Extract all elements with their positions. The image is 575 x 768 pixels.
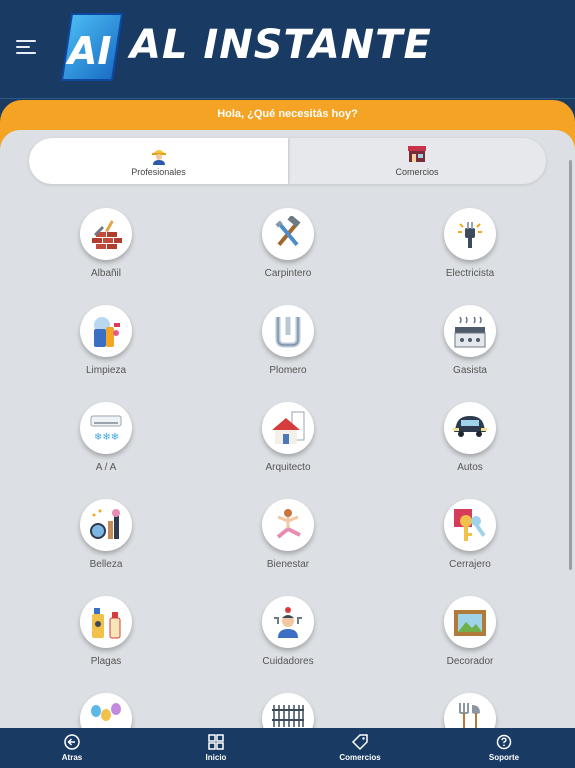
air-conditioner-icon: ❄❄❄ [90, 415, 122, 443]
garden-tools-icon [459, 703, 480, 728]
svg-text:❄❄❄: ❄❄❄ [94, 432, 119, 443]
greeting-text: Hola, ¿Qué necesitás hoy? [217, 108, 358, 120]
bottom-nav: Atras Inicio Comercios Soporte [0, 728, 575, 768]
pest-spray-icon [92, 608, 121, 639]
nav-comercios[interactable]: Comercios [320, 728, 400, 768]
category-label: Plomero [269, 365, 307, 376]
cleaning-supplies-icon [94, 317, 120, 347]
category-icon-circle [80, 693, 132, 728]
nav-label: Atras [61, 753, 83, 762]
nav-label: Inicio [205, 753, 227, 762]
category-electricista[interactable]: Electricista [410, 208, 530, 294]
category-label: Electricista [445, 268, 495, 279]
worker-icon [151, 150, 166, 165]
car-icon [453, 416, 487, 437]
electric-plug-icon [458, 222, 482, 248]
category-aa[interactable]: ❄❄❄ A / A [46, 402, 166, 488]
category-carpintero[interactable]: Carpintero [228, 208, 348, 294]
category-label: Limpieza [85, 365, 127, 376]
tab-comercios[interactable]: Comercios [288, 138, 546, 184]
category-arquitecto[interactable]: Arquitecto [228, 402, 348, 488]
category-icon-circle [262, 499, 314, 551]
category-icon-circle [80, 596, 132, 648]
category-icon-circle [444, 693, 496, 728]
tab-label: Comercios [395, 167, 439, 177]
main-panel: Hola, ¿Qué necesitás hoy? Profesionales [0, 100, 575, 728]
svg-text:AI: AI [65, 29, 112, 73]
back-arrow-icon [64, 734, 80, 750]
bricklayer-icon [92, 220, 122, 249]
category-icon-circle [444, 499, 496, 551]
category-autos[interactable]: Autos [410, 402, 530, 488]
nav-atras[interactable]: Atras [32, 728, 112, 768]
nav-inicio[interactable]: Inicio [176, 728, 256, 768]
content-area: Profesionales Comercios Albañil Carpinte… [0, 130, 575, 728]
nav-soporte[interactable]: Soporte [464, 728, 544, 768]
category-limpieza[interactable]: Limpieza [46, 305, 166, 391]
category-cercos[interactable] [228, 693, 348, 728]
caregiver-icon [274, 607, 302, 638]
category-cuidadores[interactable]: Cuidadores [228, 596, 348, 682]
category-label: Bienestar [266, 559, 310, 570]
category-label: Decorador [446, 656, 494, 667]
house-blueprint-icon [272, 411, 305, 444]
scrollbar[interactable] [569, 160, 572, 570]
category-label: Cerrajero [449, 559, 491, 570]
category-icon-circle [444, 402, 496, 454]
fence-icon [272, 705, 304, 727]
category-plagas[interactable]: Plagas [46, 596, 166, 682]
tab-bar: Profesionales Comercios [29, 138, 546, 184]
balloons-icon [91, 703, 121, 721]
nav-label: Comercios [339, 753, 381, 762]
nav-label: Soporte [488, 753, 520, 762]
gas-stove-icon [454, 316, 486, 348]
category-icon-circle [262, 693, 314, 728]
category-icon-circle [444, 208, 496, 260]
category-icon-circle [262, 208, 314, 260]
category-label: Arquitecto [265, 462, 311, 473]
category-label: Albañil [90, 268, 122, 279]
category-label: Plagas [90, 656, 122, 667]
tag-icon [351, 734, 368, 751]
help-icon [496, 734, 512, 750]
picture-frame-icon [454, 610, 486, 636]
category-label: Carpintero [264, 268, 312, 279]
category-label: Cuidadores [262, 656, 314, 667]
category-icon-circle [444, 305, 496, 357]
category-icon-circle [262, 305, 314, 357]
category-icon-circle: ❄❄❄ [80, 402, 132, 454]
category-icon-circle [80, 208, 132, 260]
category-label: Autos [457, 462, 483, 473]
category-icon-circle [80, 499, 132, 551]
yoga-icon [276, 509, 301, 539]
app-logo: AI [60, 13, 124, 81]
tab-profesionales[interactable]: Profesionales [29, 138, 288, 184]
category-icon-circle [80, 305, 132, 357]
category-bienestar[interactable]: Bienestar [228, 499, 348, 585]
app-header: AI AL INSTANTE [0, 0, 575, 99]
category-plomero[interactable]: Plomero [228, 305, 348, 391]
category-label: Gasista [453, 365, 487, 376]
menu-icon[interactable] [16, 40, 40, 58]
category-decorador[interactable]: Decorador [410, 596, 530, 682]
pipe-icon [275, 317, 301, 348]
category-belleza[interactable]: Belleza [46, 499, 166, 585]
category-icon-circle [262, 402, 314, 454]
app-title: AL INSTANTE [130, 22, 432, 68]
key-icon [454, 509, 486, 541]
grid-icon [208, 734, 224, 750]
category-icon-circle [262, 596, 314, 648]
category-label: Belleza [89, 559, 123, 570]
tab-label: Profesionales [131, 167, 186, 177]
category-jardineria[interactable] [410, 693, 530, 728]
category-gasista[interactable]: Gasista [410, 305, 530, 391]
category-cerrajero[interactable]: Cerrajero [410, 499, 530, 585]
category-label: A / A [95, 462, 117, 473]
category-fiestas[interactable] [46, 693, 166, 728]
beauty-icon [90, 509, 120, 539]
store-icon [408, 146, 426, 162]
category-albanil[interactable]: Albañil [46, 208, 166, 294]
category-icon-circle [444, 596, 496, 648]
carpenter-tools-icon [275, 216, 301, 247]
